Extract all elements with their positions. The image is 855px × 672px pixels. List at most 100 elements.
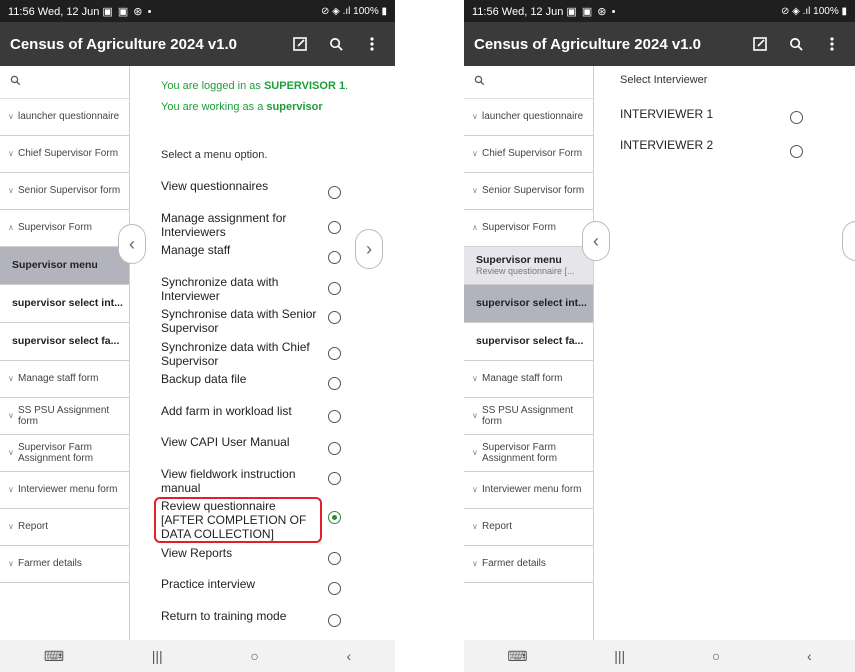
next-arrow-button[interactable]: ›: [355, 229, 383, 269]
sidebar-item-chief-supervisor[interactable]: ∨ Chief Supervisor Form: [0, 136, 129, 173]
option-capi-manual[interactable]: View CAPI User Manual: [161, 435, 321, 450]
chevron-down-icon: ∨: [8, 559, 14, 569]
radio-review-questionnaire[interactable]: [328, 511, 341, 524]
radio-view-reports[interactable]: [328, 552, 341, 565]
previous-arrow-button[interactable]: ‹: [118, 224, 146, 264]
sidebar-item-farmer-details[interactable]: ∨ Farmer details: [464, 546, 593, 583]
sidebar-item-supervisor-select-int[interactable]: supervisor select int...: [0, 285, 129, 323]
option-backup-data[interactable]: Backup data file: [161, 372, 321, 387]
radio-manage-staff[interactable]: [328, 251, 341, 264]
chevron-down-icon: ∨: [472, 522, 478, 532]
sidebar-item-supervisor-farm[interactable]: ∨ Supervisor Farm Assignment form: [464, 435, 593, 472]
search-icon[interactable]: [783, 31, 809, 57]
radio-manage-assignment[interactable]: [328, 221, 341, 234]
more-vert-icon[interactable]: [359, 31, 385, 57]
sidebar-item-subtitle: Review questionnaire [...: [476, 266, 575, 277]
recent-apps-icon[interactable]: |||: [614, 648, 625, 664]
sidebar-item-launcher[interactable]: ∨ launcher questionnaire: [464, 99, 593, 136]
option-practice-interview[interactable]: Practice interview: [161, 577, 321, 592]
sidebar-item-supervisor-form[interactable]: ∧ Supervisor Form: [464, 210, 593, 247]
edit-note-icon[interactable]: [747, 31, 773, 57]
sidebar-item-launcher[interactable]: ∨ launcher questionnaire: [0, 99, 129, 136]
radio-sync-senior-supervisor[interactable]: [328, 311, 341, 324]
search-icon[interactable]: [323, 31, 349, 57]
option-interviewer-2[interactable]: INTERVIEWER 2: [620, 138, 780, 153]
sidebar-item-report[interactable]: ∨ Report: [0, 509, 129, 546]
radio-backup-data[interactable]: [328, 377, 341, 390]
sidebar-item-interviewer-menu[interactable]: ∨ Interviewer menu form: [0, 472, 129, 509]
option-sync-chief-supervisor[interactable]: Synchronize data with Chief Supervisor: [161, 340, 321, 369]
sidebar-item-supervisor-select-int[interactable]: supervisor select int...: [464, 285, 593, 323]
home-icon[interactable]: ○: [712, 648, 720, 664]
system-nav-bar: ⌨ ||| ○ ‹: [464, 640, 855, 672]
back-icon[interactable]: ‹: [807, 648, 812, 664]
chevron-down-icon: ∨: [472, 149, 478, 159]
option-add-farm[interactable]: Add farm in workload list: [161, 404, 321, 419]
battery-signal-indicator: ⊘ ◈ .ıl 100% ▮: [780, 5, 847, 17]
radio-add-farm[interactable]: [328, 410, 341, 423]
main-content: ‹ › You are logged in as SUPERVISOR 1. Y…: [118, 66, 395, 640]
chevron-down-icon: ∨: [8, 411, 14, 421]
option-manage-staff[interactable]: Manage staff: [161, 243, 321, 258]
sidebar-item-supervisor-menu[interactable]: Supervisor menu: [0, 247, 129, 285]
chevron-down-icon: ∨: [472, 448, 478, 458]
menu-prompt: Select a menu option.: [161, 149, 268, 161]
sidebar-item-ss-psu[interactable]: ∨ SS PSU Assignment form: [0, 398, 129, 435]
sidebar-search[interactable]: [0, 66, 129, 99]
chevron-down-icon: ∨: [472, 186, 478, 196]
next-arrow-button[interactable]: [842, 221, 855, 261]
chevron-left-icon: ‹: [593, 230, 599, 251]
sidebar-item-supervisor-farm[interactable]: ∨ Supervisor Farm Assignment form: [0, 435, 129, 472]
more-vert-icon[interactable]: [819, 31, 845, 57]
option-sync-senior-supervisor[interactable]: Synchronise data with Senior Supervisor: [161, 307, 321, 336]
search-icon: [474, 73, 485, 91]
chevron-down-icon: ∨: [472, 559, 478, 569]
sidebar-item-interviewer-menu[interactable]: ∨ Interviewer menu form: [464, 472, 593, 509]
sidebar-item-supervisor-form[interactable]: ∧ Supervisor Form: [0, 210, 129, 247]
sidebar-item-supervisor-menu[interactable]: Supervisor menu Review questionnaire [...: [464, 247, 593, 285]
sidebar-item-farmer-details[interactable]: ∨ Farmer details: [0, 546, 129, 583]
chevron-down-icon: ∨: [472, 374, 478, 384]
sidebar-item-senior-supervisor[interactable]: ∨ Senior Supervisor form: [464, 173, 593, 210]
sidebar-item-supervisor-select-fa[interactable]: supervisor select fa...: [464, 323, 593, 361]
sidebar-item-ss-psu[interactable]: ∨ SS PSU Assignment form: [464, 398, 593, 435]
radio-sync-interviewer[interactable]: [328, 282, 341, 295]
chevron-left-icon: ‹: [129, 233, 135, 254]
option-interviewer-1[interactable]: INTERVIEWER 1: [620, 107, 780, 122]
chevron-down-icon: ∨: [8, 112, 14, 122]
option-training-mode[interactable]: Return to training mode: [161, 609, 321, 624]
radio-view-questionnaires[interactable]: [328, 186, 341, 199]
option-sync-interviewer[interactable]: Synchronize data with Interviewer: [161, 275, 321, 304]
radio-capi-manual[interactable]: [328, 442, 341, 455]
sidebar-item-manage-staff[interactable]: ∨ Manage staff form: [464, 361, 593, 398]
back-icon[interactable]: ‹: [346, 648, 351, 664]
keyboard-icon[interactable]: ⌨: [507, 648, 527, 665]
home-icon[interactable]: ○: [250, 648, 258, 664]
recent-apps-icon[interactable]: |||: [152, 648, 163, 664]
radio-training-mode[interactable]: [328, 614, 341, 627]
sidebar-item-chief-supervisor[interactable]: ∨ Chief Supervisor Form: [464, 136, 593, 173]
status-time: 11:56: [472, 5, 499, 18]
sidebar-item-supervisor-select-fa[interactable]: supervisor select fa...: [0, 323, 129, 361]
option-manage-assignment[interactable]: Manage assignment for Interviewers: [161, 211, 321, 240]
sidebar-item-report[interactable]: ∨ Report: [464, 509, 593, 546]
option-review-questionnaire[interactable]: Review questionnaire [AFTER COMPLETION O…: [161, 499, 319, 541]
option-view-reports[interactable]: View Reports: [161, 546, 321, 561]
keyboard-icon[interactable]: ⌨: [44, 648, 64, 665]
option-view-questionnaires[interactable]: View questionnaires: [161, 179, 321, 194]
sidebar-search[interactable]: [464, 66, 593, 99]
option-fieldwork-manual[interactable]: View fieldwork instruction manual: [161, 467, 321, 496]
main-content: ‹ Select Interviewer INTERVIEWER 1 INTER…: [582, 66, 855, 640]
radio-interviewer-1[interactable]: [790, 111, 803, 124]
radio-fieldwork-manual[interactable]: [328, 472, 341, 485]
sidebar-item-manage-staff[interactable]: ∨ Manage staff form: [0, 361, 129, 398]
notification-icons: ▣ ▣ ⊛ •: [102, 5, 153, 18]
radio-sync-chief-supervisor[interactable]: [328, 347, 341, 360]
previous-arrow-button[interactable]: ‹: [582, 221, 610, 261]
radio-practice-interview[interactable]: [328, 582, 341, 595]
edit-note-icon[interactable]: [287, 31, 313, 57]
sidebar-item-senior-supervisor[interactable]: ∨ Senior Supervisor form: [0, 173, 129, 210]
status-date: Wed, 12 Jun: [37, 5, 100, 18]
chevron-right-icon: ›: [366, 238, 372, 259]
radio-interviewer-2[interactable]: [790, 145, 803, 158]
